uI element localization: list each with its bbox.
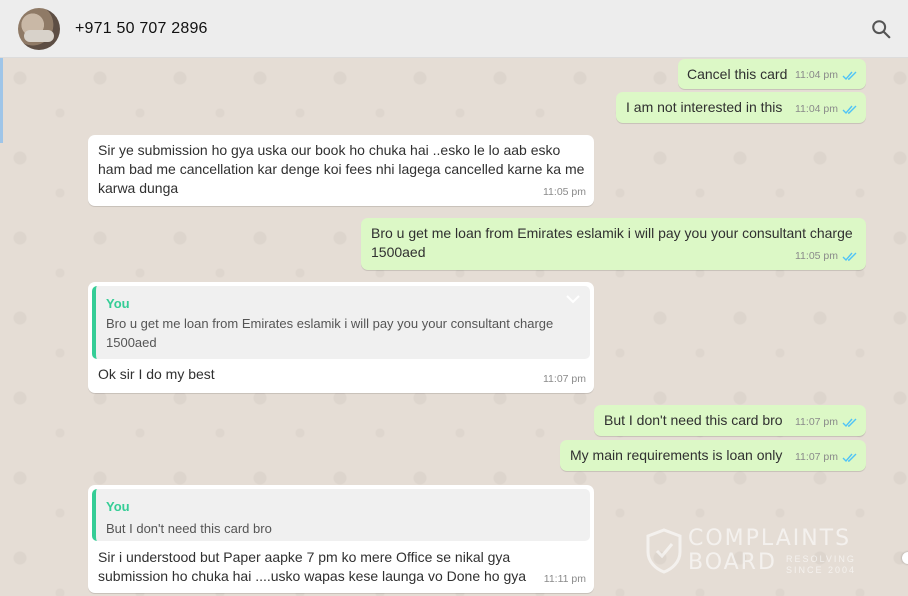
quoted-message[interactable]: You Bro u get me loan from Emirates esla… xyxy=(92,286,590,359)
message-line: submission ho chuka hai ....usko wapas k… xyxy=(98,568,527,584)
message-text: Sir i understood but Paper aapke 7 pm ko… xyxy=(98,548,526,586)
quoted-line: 1500aed xyxy=(106,335,157,350)
message-text: Ok sir I do my best xyxy=(98,366,215,382)
message-text: Bro u get me loan from Emirates eslamik … xyxy=(371,224,853,262)
message-bubble-outgoing[interactable]: I am not interested in this 11:04 pm xyxy=(616,92,866,123)
double-check-icon xyxy=(842,418,857,428)
message-time: 11:05 pm xyxy=(543,186,586,198)
contact-name[interactable]: +971 50 707 2896 xyxy=(75,20,208,38)
message-bubble-incoming[interactable]: You But I don't need this card bro Sir i… xyxy=(88,485,594,593)
shield-icon xyxy=(646,528,682,574)
message-text: I am not interested in this xyxy=(626,99,783,115)
message-time: 11:11 pm xyxy=(543,573,586,585)
message-time: 11:07 pm xyxy=(543,373,586,385)
quoted-text: Bro u get me loan from Emirates eslamik … xyxy=(106,314,553,352)
message-meta: 11:05 pm xyxy=(543,183,586,202)
chevron-down-icon[interactable] xyxy=(566,294,580,304)
message-meta: 11:05 pm xyxy=(795,247,858,266)
search-icon[interactable] xyxy=(870,18,892,40)
message-line: Bro u get me loan from Emirates eslamik … xyxy=(371,225,853,241)
message-line: karwa dunga xyxy=(98,180,179,196)
message-line: Sir ye submission ho gya uska our book h… xyxy=(98,142,561,158)
message-meta: 11:04 pm xyxy=(795,100,858,119)
scroll-button[interactable] xyxy=(902,552,908,564)
quoted-author: You xyxy=(106,499,130,514)
chat-pane[interactable]: Cancel this card 11:04 pm I am not inter… xyxy=(0,58,908,596)
message-bubble-outgoing[interactable]: But I don't need this card bro 11:07 pm xyxy=(594,405,866,436)
message-meta: 11:07 pm xyxy=(543,370,586,389)
watermark-line1: COMPLAINTS xyxy=(688,526,852,551)
double-check-icon xyxy=(842,252,857,262)
quoted-text: But I don't need this card bro xyxy=(106,521,272,536)
double-check-icon xyxy=(842,71,857,81)
message-time: 11:05 pm xyxy=(795,250,838,262)
message-text: Sir ye submission ho gya uska our book h… xyxy=(98,141,584,198)
message-line: Sir i understood but Paper aapke 7 pm ko… xyxy=(98,549,511,565)
double-check-icon xyxy=(842,453,857,463)
chat-header: +971 50 707 2896 xyxy=(0,0,908,58)
message-time: 11:07 pm xyxy=(795,416,838,428)
message-bubble-incoming[interactable]: Sir ye submission ho gya uska our book h… xyxy=(88,135,594,206)
watermark-tag2: SINCE 2004 xyxy=(786,565,857,575)
quoted-author: You xyxy=(106,296,130,311)
message-meta: 11:07 pm xyxy=(795,413,858,432)
quoted-line: Bro u get me loan from Emirates eslamik … xyxy=(106,316,554,331)
message-meta: 11:04 pm xyxy=(795,66,858,85)
quoted-message[interactable]: You But I don't need this card bro xyxy=(92,489,590,541)
watermark-tag1: RESOLVING xyxy=(786,554,856,564)
message-bubble-outgoing[interactable]: Cancel this card 11:04 pm xyxy=(678,59,866,89)
message-time: 11:07 pm xyxy=(795,451,838,463)
message-text: Cancel this card xyxy=(687,66,788,82)
message-meta: 11:11 pm xyxy=(544,570,586,589)
scroll-indicator xyxy=(0,58,3,143)
message-text: My main requirements is loan only xyxy=(570,447,783,463)
message-text: But I don't need this card bro xyxy=(604,412,783,428)
message-bubble-outgoing[interactable]: Bro u get me loan from Emirates eslamik … xyxy=(361,218,866,270)
double-check-icon xyxy=(842,105,857,115)
message-time: 11:04 pm xyxy=(795,69,838,81)
message-bubble-incoming[interactable]: You Bro u get me loan from Emirates esla… xyxy=(88,282,594,393)
watermark-line2: BOARD xyxy=(688,550,777,575)
contact-avatar[interactable] xyxy=(18,8,60,50)
message-bubble-outgoing[interactable]: My main requirements is loan only 11:07 … xyxy=(560,440,866,471)
message-line: ham bad me cancellation kar denge koi fe… xyxy=(98,161,585,177)
complaintsboard-watermark: COMPLAINTS BOARD RESOLVING SINCE 2004 xyxy=(646,524,860,578)
message-time: 11:04 pm xyxy=(795,103,838,115)
message-line: 1500aed xyxy=(371,244,426,260)
message-meta: 11:07 pm xyxy=(795,448,858,467)
